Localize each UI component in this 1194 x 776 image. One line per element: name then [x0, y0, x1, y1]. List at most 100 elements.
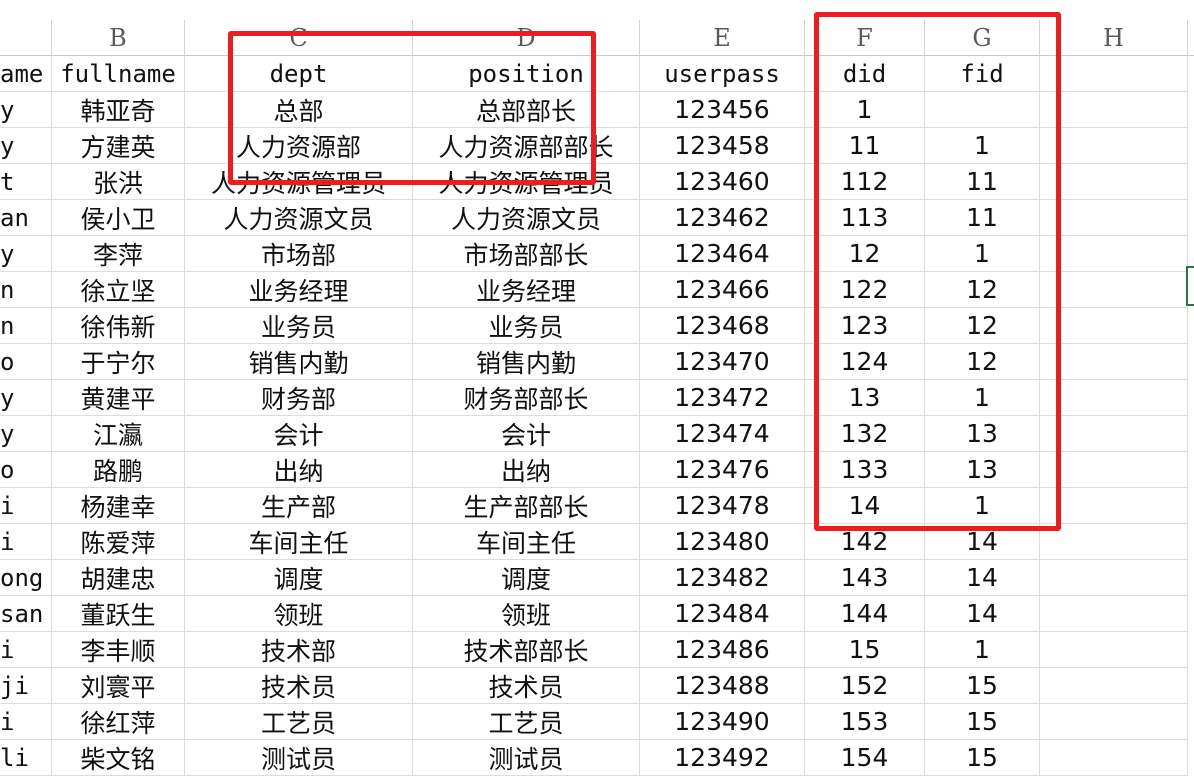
- cell-userpass[interactable]: 123456: [640, 92, 805, 128]
- cell-username[interactable]: an: [0, 200, 52, 236]
- cell-userpass[interactable]: 123484: [640, 596, 805, 632]
- cell-position[interactable]: 会计: [413, 416, 640, 452]
- cell-fid[interactable]: 1: [925, 236, 1040, 272]
- cell-did[interactable]: 13: [805, 380, 925, 416]
- cell-fullname[interactable]: 柴文铭: [52, 740, 185, 776]
- cell-did[interactable]: 14: [805, 488, 925, 524]
- cell-userpass[interactable]: 123490: [640, 704, 805, 740]
- empty-cell[interactable]: [1040, 308, 1188, 344]
- cell-dept[interactable]: 总部: [185, 92, 413, 128]
- empty-cell[interactable]: [1040, 668, 1188, 704]
- cell-position[interactable]: 总部部长: [413, 92, 640, 128]
- cell-userpass[interactable]: 123474: [640, 416, 805, 452]
- cell-did[interactable]: 12: [805, 236, 925, 272]
- column-header-H[interactable]: H: [1040, 20, 1188, 56]
- cell-dept[interactable]: 财务部: [185, 380, 413, 416]
- cell-fid[interactable]: 11: [925, 164, 1040, 200]
- cell-did[interactable]: 1: [805, 92, 925, 128]
- cell-dept[interactable]: 技术部: [185, 632, 413, 668]
- empty-cell[interactable]: [1040, 200, 1188, 236]
- cell-userpass[interactable]: 123466: [640, 272, 805, 308]
- empty-cell[interactable]: [1040, 56, 1188, 92]
- cell-position[interactable]: 人力资源管理员: [413, 164, 640, 200]
- cell-dept[interactable]: 调度: [185, 560, 413, 596]
- empty-cell[interactable]: [1040, 164, 1188, 200]
- cell-dept[interactable]: 人力资源部: [185, 128, 413, 164]
- cell-fid[interactable]: 15: [925, 740, 1040, 776]
- cell-fid[interactable]: 14: [925, 524, 1040, 560]
- cell-userpass[interactable]: 123480: [640, 524, 805, 560]
- cell-username[interactable]: ji: [0, 668, 52, 704]
- empty-cell[interactable]: [1040, 560, 1188, 596]
- cell-fid[interactable]: 1: [925, 380, 1040, 416]
- cell-position[interactable]: 生产部部长: [413, 488, 640, 524]
- cell-username[interactable]: li: [0, 740, 52, 776]
- cell-dept[interactable]: 销售内勤: [185, 344, 413, 380]
- cell-position[interactable]: 技术部部长: [413, 632, 640, 668]
- header-cell-fullname[interactable]: fullname: [52, 56, 185, 92]
- empty-cell[interactable]: [1040, 92, 1188, 128]
- cell-did[interactable]: 143: [805, 560, 925, 596]
- cell-fullname[interactable]: 张洪: [52, 164, 185, 200]
- cell-fullname[interactable]: 胡建忠: [52, 560, 185, 596]
- cell-did[interactable]: 144: [805, 596, 925, 632]
- cell-username[interactable]: i: [0, 704, 52, 740]
- cell-fid[interactable]: 14: [925, 560, 1040, 596]
- header-cell-userpass[interactable]: userpass: [640, 56, 805, 92]
- cell-fullname[interactable]: 杨建幸: [52, 488, 185, 524]
- cell-fullname[interactable]: 刘寰平: [52, 668, 185, 704]
- cell-fullname[interactable]: 李丰顺: [52, 632, 185, 668]
- cell-fid[interactable]: 15: [925, 704, 1040, 740]
- cell-position[interactable]: 领班: [413, 596, 640, 632]
- cell-did[interactable]: 122: [805, 272, 925, 308]
- cell-fullname[interactable]: 徐立坚: [52, 272, 185, 308]
- cell-dept[interactable]: 人力资源管理员: [185, 164, 413, 200]
- cell-fullname[interactable]: 方建英: [52, 128, 185, 164]
- cell-fullname[interactable]: 徐伟新: [52, 308, 185, 344]
- cell-username[interactable]: o: [0, 452, 52, 488]
- cell-userpass[interactable]: 123492: [640, 740, 805, 776]
- cell-position[interactable]: 业务经理: [413, 272, 640, 308]
- cell-username[interactable]: y: [0, 128, 52, 164]
- empty-cell[interactable]: [1040, 416, 1188, 452]
- cell-username[interactable]: i: [0, 524, 52, 560]
- cell-userpass[interactable]: 123470: [640, 344, 805, 380]
- header-cell-fid[interactable]: fid: [925, 56, 1040, 92]
- cell-did[interactable]: 154: [805, 740, 925, 776]
- cell-did[interactable]: 123: [805, 308, 925, 344]
- cell-userpass[interactable]: 123462: [640, 200, 805, 236]
- column-header-G[interactable]: G: [925, 20, 1040, 56]
- cell-username[interactable]: n: [0, 272, 52, 308]
- header-cell-position[interactable]: position: [413, 56, 640, 92]
- cell-dept[interactable]: 业务员: [185, 308, 413, 344]
- cell-fid[interactable]: 12: [925, 272, 1040, 308]
- cell-did[interactable]: 133: [805, 452, 925, 488]
- cell-fid[interactable]: [925, 92, 1040, 128]
- cell-dept[interactable]: 车间主任: [185, 524, 413, 560]
- cell-fid[interactable]: 12: [925, 308, 1040, 344]
- column-header-F[interactable]: F: [805, 20, 925, 56]
- column-header-I[interactable]: [1188, 20, 1194, 56]
- cell-username[interactable]: ong: [0, 560, 52, 596]
- cell-username[interactable]: san: [0, 596, 52, 632]
- cell-userpass[interactable]: 123472: [640, 380, 805, 416]
- cell-userpass[interactable]: 123458: [640, 128, 805, 164]
- cell-did[interactable]: 113: [805, 200, 925, 236]
- cell-did[interactable]: 132: [805, 416, 925, 452]
- cell-did[interactable]: 11: [805, 128, 925, 164]
- cell-position[interactable]: 业务员: [413, 308, 640, 344]
- cell-userpass[interactable]: 123468: [640, 308, 805, 344]
- cell-position[interactable]: 人力资源文员: [413, 200, 640, 236]
- cell-fullname[interactable]: 侯小卫: [52, 200, 185, 236]
- cell-fid[interactable]: 1: [925, 488, 1040, 524]
- empty-cell[interactable]: [1040, 272, 1188, 308]
- cell-fullname[interactable]: 董跃生: [52, 596, 185, 632]
- cell-fullname[interactable]: 于宁尔: [52, 344, 185, 380]
- cell-did[interactable]: 153: [805, 704, 925, 740]
- column-header-D[interactable]: D: [413, 20, 640, 56]
- cell-fid[interactable]: 11: [925, 200, 1040, 236]
- cell-fullname[interactable]: 黄建平: [52, 380, 185, 416]
- cell-position[interactable]: 人力资源部部长: [413, 128, 640, 164]
- cell-dept[interactable]: 出纳: [185, 452, 413, 488]
- column-header-A[interactable]: [0, 20, 52, 56]
